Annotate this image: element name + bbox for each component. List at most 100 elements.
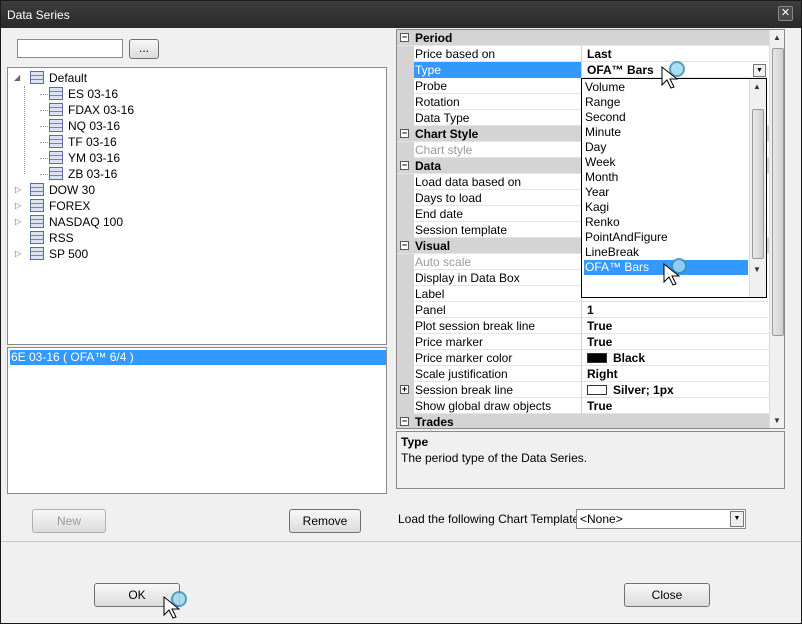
dropdown-option[interactable]: Month [584,170,748,185]
list-item[interactable]: 6E 03-16 ( OFA™ 6/4 ) [10,350,386,365]
collapse-icon[interactable]: − [400,161,409,170]
row-gutter [397,78,414,94]
dropdown-option[interactable]: Day [584,140,748,155]
data-series-list[interactable]: 6E 03-16 ( OFA™ 6/4 ) [7,347,387,494]
prop-price-based-on[interactable]: Price based on Last [397,46,769,62]
tree-item-group[interactable]: FOREX [30,198,90,214]
tree-collapse-icon[interactable]: ◢ [14,70,20,86]
dropdown-scrollbar[interactable]: ▲ ▼ [749,79,766,297]
row-gutter [397,366,414,382]
prop-value[interactable]: Silver; 1px [583,382,769,398]
scroll-up-icon[interactable]: ▲ [773,33,781,42]
chevron-down-icon[interactable]: ▼ [730,511,744,527]
browse-button[interactable]: ... [129,39,159,59]
row-gutter [397,334,414,350]
description-title: Type [401,435,429,449]
prop-session-break-line[interactable]: + Session break line Silver; 1px [397,382,769,398]
dropdown-option[interactable]: Kagi [584,200,748,215]
prop-plot-session-break-line[interactable]: Plot session break line True [397,318,769,334]
instrument-list-icon [30,247,44,260]
color-swatch [587,353,607,363]
instrument-list-icon [30,215,44,228]
close-window-button[interactable]: ✕ [778,6,793,21]
tree-expand-icon[interactable]: ▷ [15,182,21,198]
tree-expand-icon[interactable]: ▷ [15,246,21,262]
prop-value[interactable]: Black [583,350,769,366]
instrument-list-icon [30,71,44,84]
property-grid-scrollbar[interactable]: ▲ ▼ [769,30,784,428]
scroll-down-icon[interactable]: ▼ [773,416,781,425]
row-gutter [397,46,414,62]
tree-item-instrument[interactable]: ES 03-16 [49,86,118,102]
tree-item-instrument[interactable]: FDAX 03-16 [49,102,134,118]
instrument-icon [49,167,63,180]
instrument-icon [49,151,63,164]
description-text: The period type of the Data Series. [401,451,588,465]
collapse-icon[interactable]: − [400,33,409,42]
dropdown-option[interactable]: Year [584,185,748,200]
dropdown-option[interactable]: Minute [584,125,748,140]
line-swatch [587,385,607,395]
instrument-tree[interactable]: ◢ Default ES 03-16 FDAX 03-16 NQ 03-16 T… [7,67,387,345]
mouse-cursor-icon [163,591,187,619]
row-gutter [397,62,414,78]
tree-item-group[interactable]: SP 500 [30,246,88,262]
category-trades[interactable]: − Trades [397,414,769,428]
tree-item-instrument[interactable]: ZB 03-16 [49,166,117,182]
instrument-icon [49,119,63,132]
dropdown-option[interactable]: Renko [584,215,748,230]
instrument-search-input[interactable] [17,39,123,58]
prop-value[interactable]: True [583,318,769,334]
prop-price-marker[interactable]: Price marker True [397,334,769,350]
mouse-cursor-icon [663,258,687,286]
collapse-icon[interactable]: − [400,417,409,426]
divider [1,541,801,542]
row-gutter [397,174,414,190]
row-gutter [397,222,414,238]
prop-scale-justification[interactable]: Scale justification Right [397,366,769,382]
chart-template-label: Load the following Chart Template: [398,512,583,526]
row-gutter [397,318,414,334]
prop-price-marker-color[interactable]: Price marker color Black [397,350,769,366]
prop-panel[interactable]: Panel 1 [397,302,769,318]
row-gutter [397,350,414,366]
type-dropdown-arrow-icon[interactable]: ▼ [753,64,766,77]
scroll-down-icon[interactable]: ▼ [753,265,761,274]
dropdown-option[interactable]: Range [584,95,748,110]
scroll-thumb[interactable] [752,109,764,259]
expand-icon[interactable]: + [400,385,409,394]
tree-item-group[interactable]: NASDAQ 100 [30,214,123,230]
tree-item-group[interactable]: DOW 30 [30,182,95,198]
collapse-icon[interactable]: − [400,129,409,138]
tree-item-instrument[interactable]: YM 03-16 [49,150,120,166]
new-button[interactable]: New [32,509,106,533]
prop-value[interactable]: True [583,334,769,350]
category-period[interactable]: − Period [397,30,769,46]
tree-item-default[interactable]: Default [30,70,87,86]
close-button[interactable]: Close [624,583,710,607]
dropdown-option[interactable]: Second [584,110,748,125]
instrument-icon [49,87,63,100]
prop-value[interactable]: True [583,398,769,414]
prop-show-global-draw-objects[interactable]: Show global draw objects True [397,398,769,414]
property-description: Type The period type of the Data Series. [396,431,785,489]
prop-value[interactable]: Right [583,366,769,382]
scroll-up-icon[interactable]: ▲ [753,82,761,91]
remove-button[interactable]: Remove [289,509,361,533]
tree-item-group[interactable]: RSS [30,230,74,246]
chart-template-select[interactable]: <None> ▼ [576,509,746,529]
scroll-thumb[interactable] [772,48,784,336]
tree-item-instrument[interactable]: NQ 03-16 [49,118,120,134]
prop-type[interactable]: Type OFA™ Bars [397,62,769,78]
dropdown-option[interactable]: Week [584,155,748,170]
tree-expand-icon[interactable]: ▷ [15,198,21,214]
collapse-icon[interactable]: − [400,241,409,250]
dropdown-option[interactable]: PointAndFigure [584,230,748,245]
tree-expand-icon[interactable]: ▷ [15,214,21,230]
instrument-list-icon [30,183,44,196]
instrument-list-icon [30,199,44,212]
prop-value[interactable]: 1 [583,302,769,318]
tree-item-instrument[interactable]: TF 03-16 [49,134,117,150]
data-series-dialog: Data Series ✕ ... ◢ Default ES 03-16 FDA… [0,0,802,624]
row-gutter [397,94,414,110]
